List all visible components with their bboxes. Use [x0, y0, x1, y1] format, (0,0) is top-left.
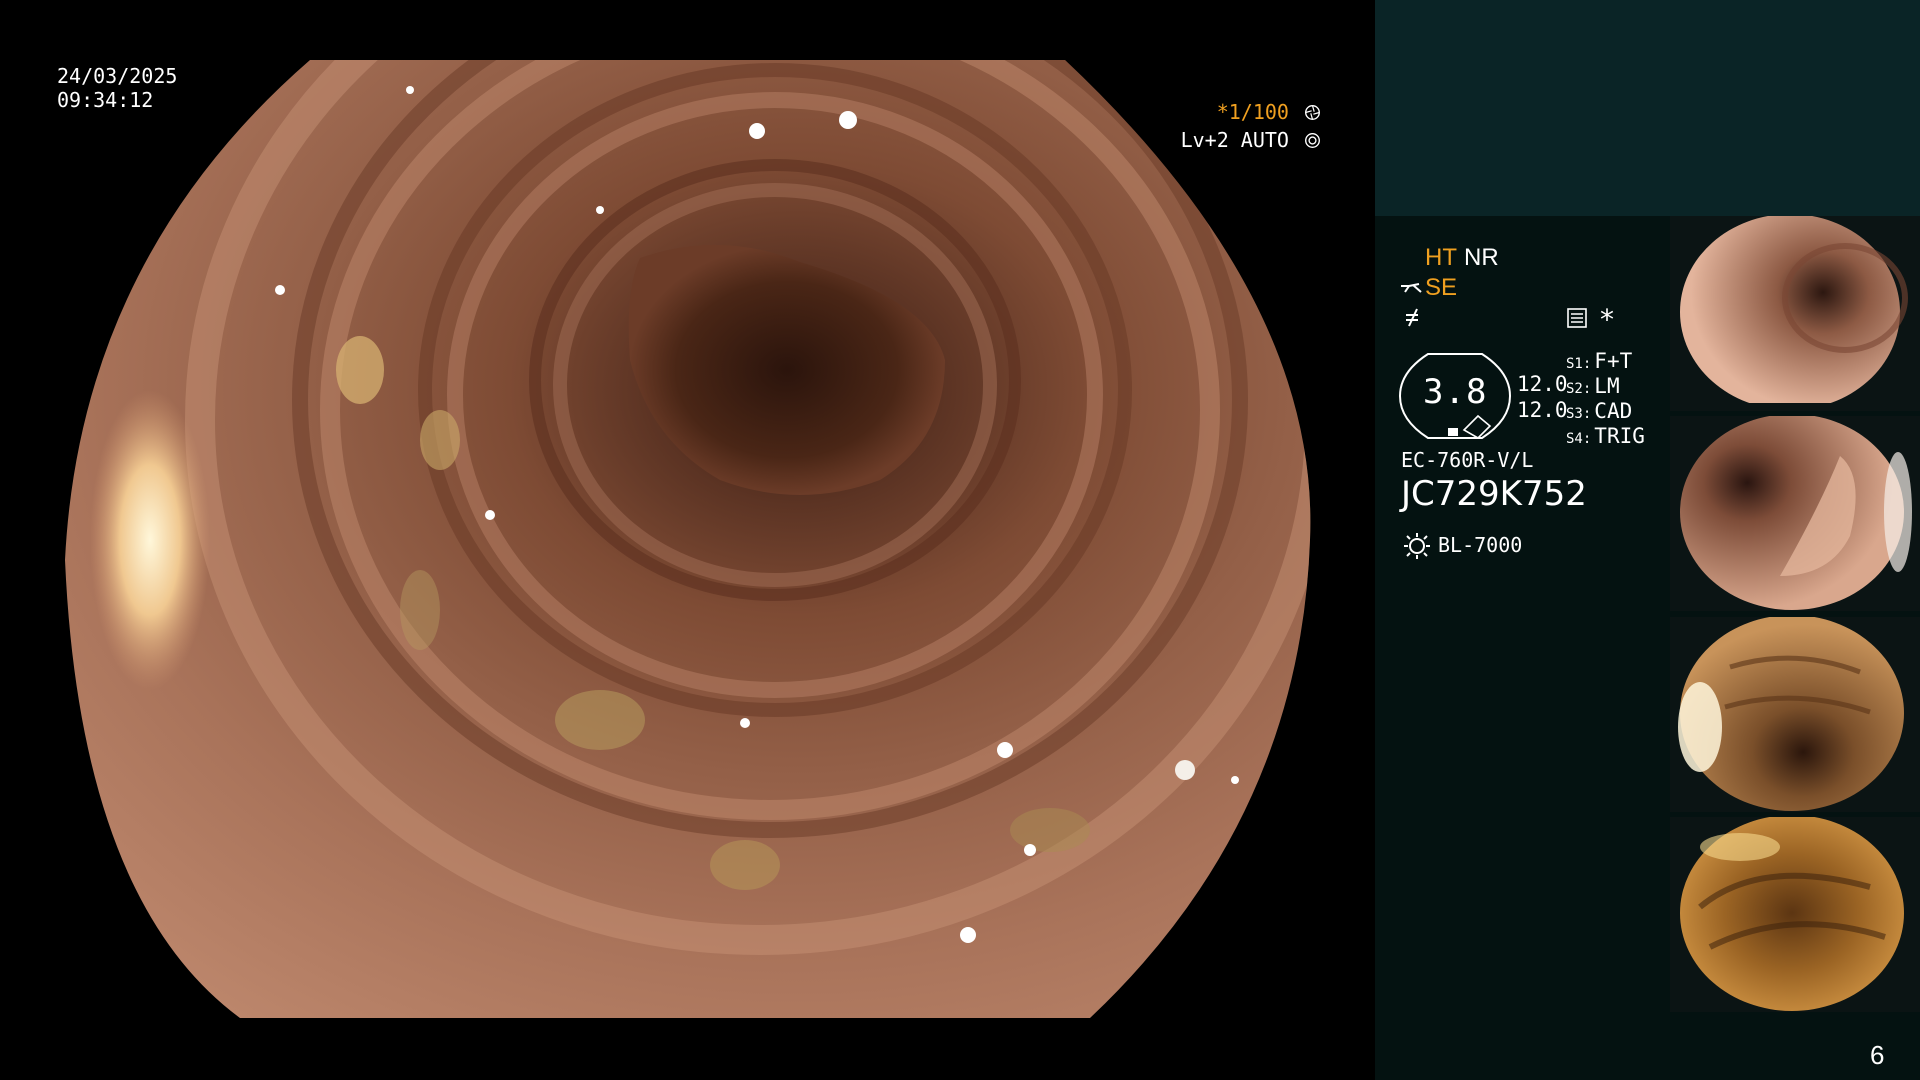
switch-function: CAD	[1594, 399, 1633, 423]
captured-image-thumbnail[interactable]	[1670, 617, 1920, 812]
captured-image-thumbnail[interactable]	[1670, 216, 1920, 411]
switch-assignment-1: S1: F+T	[1566, 349, 1632, 373]
scope-model: EC-760R-V/L	[1401, 448, 1534, 472]
record-mark: *	[1600, 303, 1614, 336]
light-source-icon	[1404, 533, 1430, 559]
thumbnail-image	[1680, 416, 1912, 610]
scope-serial-number: JC729K752	[1401, 474, 1587, 514]
switch-function: TRIG	[1594, 424, 1645, 448]
magnification-value-2: 12.0	[1517, 398, 1568, 422]
endoscope-view: 24/03/2025 09:34:12 *1/100 Lv+2 AUTO	[0, 0, 1375, 1080]
noise-reduction-indicator: NR	[1464, 244, 1499, 271]
thumbnail-image	[1670, 216, 1920, 411]
magnification-value-1: 12.0	[1517, 372, 1568, 396]
structure-enhancement-icon	[1401, 283, 1422, 293]
shutter-speed-readout: *1/100	[1217, 100, 1321, 124]
switch-function: LM	[1594, 374, 1620, 398]
switch-function: F+T	[1594, 349, 1633, 373]
date-readout: 24/03/2025	[57, 64, 178, 88]
switch-key: S4:	[1566, 431, 1592, 447]
hue-tone-indicator: HT	[1425, 244, 1457, 271]
switch-assignment-3: S3: CAD	[1566, 399, 1632, 423]
thumbnail-image	[1678, 617, 1904, 811]
memory-card-icon	[1567, 308, 1587, 328]
time-readout: 09:34:12	[57, 88, 154, 112]
endoscopic-image	[65, 60, 1311, 1018]
zoom-value: 3.8	[1423, 372, 1488, 412]
panel-header-area	[1375, 0, 1920, 216]
page-number: 6	[1870, 1040, 1885, 1070]
light-source-model: BL-7000	[1438, 533, 1523, 557]
thumbnail-image	[1680, 817, 1904, 1011]
switch-key: S3:	[1566, 406, 1592, 422]
edge-enhancement-icon	[1406, 308, 1418, 327]
info-panel: HT NR SE * 3.8 12.0 12.0 S1: F+T S2: LM S3…	[1375, 0, 1920, 1080]
switch-key: S1:	[1566, 356, 1592, 372]
switch-assignment-4: S4: TRIG	[1566, 424, 1645, 448]
captured-image-thumbnail[interactable]	[1670, 817, 1920, 1012]
shutter-speed-value: *1/100	[1216, 100, 1289, 124]
brightness-level-readout: Lv+2 AUTO	[1181, 128, 1321, 152]
brightness-level-value: Lv+2 AUTO	[1180, 128, 1289, 152]
switch-assignment-2: S2: LM	[1566, 374, 1620, 398]
structure-enhancement-indicator: SE	[1425, 274, 1458, 301]
switch-key: S2:	[1566, 381, 1592, 397]
captured-image-thumbnail[interactable]	[1670, 416, 1920, 611]
iris-icon	[1305, 133, 1320, 148]
aperture-icon	[1305, 105, 1320, 120]
